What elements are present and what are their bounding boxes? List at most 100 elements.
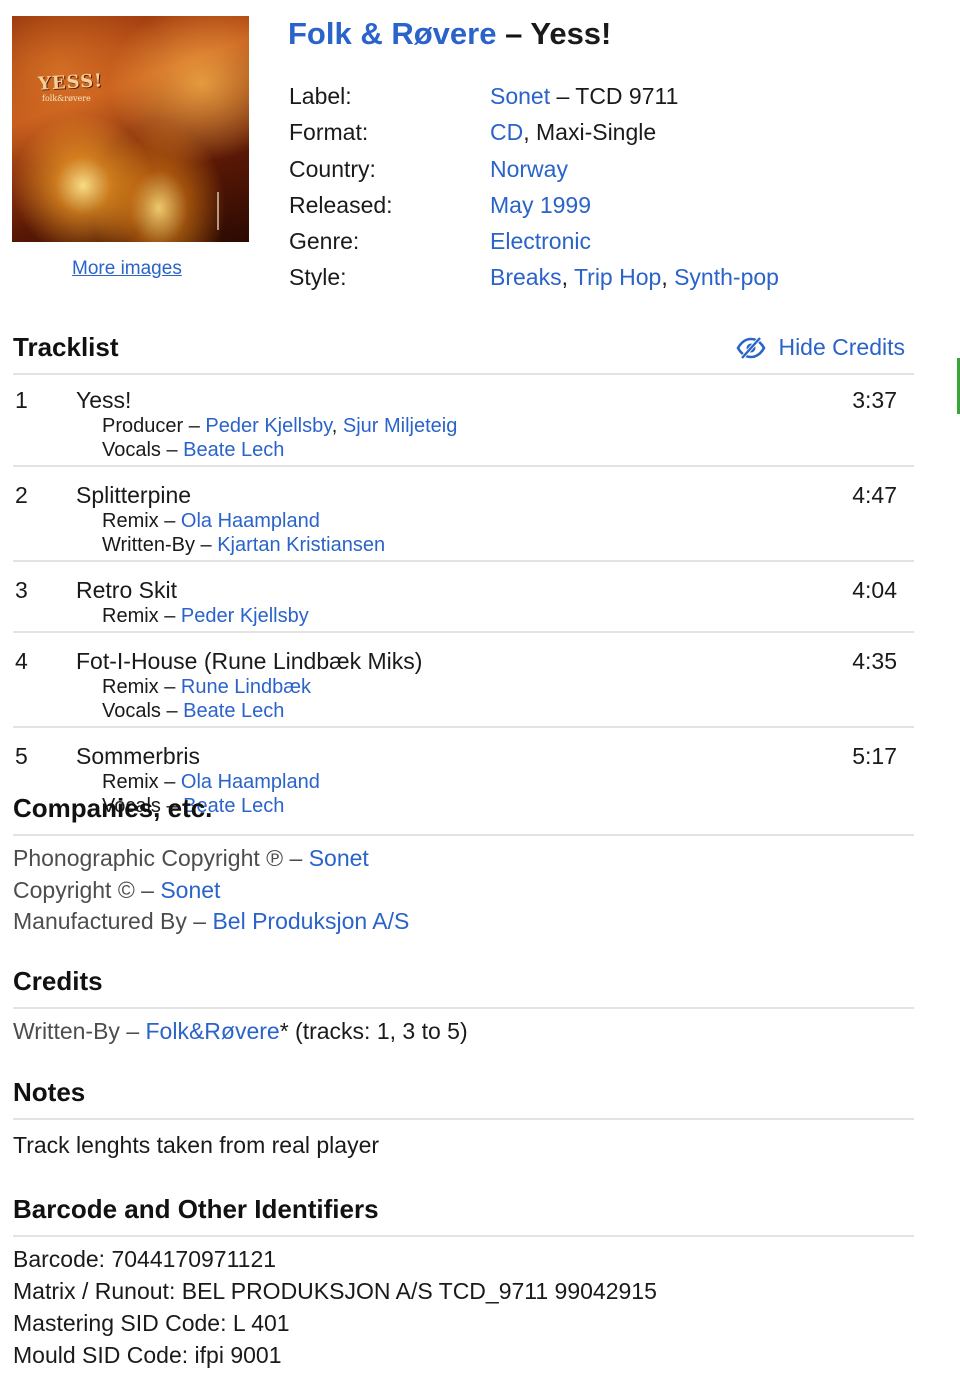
track-credit: Remix – Ola Haampland (102, 771, 320, 794)
track-credit: Vocals – Beate Lech (102, 700, 284, 723)
track-duration: 4:04 (852, 577, 897, 603)
label-logo-art (217, 192, 237, 230)
company-link[interactable]: Bel Produksjon A/S (212, 908, 409, 934)
credits-heading: Credits (13, 966, 103, 996)
album-cover-image[interactable]: YESS! folk&røvere (12, 16, 249, 242)
more-images-link[interactable]: More images (72, 258, 182, 280)
track-credit: Vocals – Beate Lech (102, 439, 284, 462)
info-value: Electronic (490, 223, 591, 259)
info-value-link[interactable]: Norway (490, 156, 568, 182)
track-credit: Written-By – Kjartan Kristiansen (102, 534, 385, 557)
info-value-text: , (561, 264, 574, 291)
identifiers-rule (13, 1235, 914, 1237)
info-row: Style: Breaks, Trip Hop, Synth-pop (289, 259, 929, 295)
info-label: Style: (289, 264, 347, 291)
credit-artist-link[interactable]: Sjur Miljeteig (343, 415, 457, 437)
info-value-link[interactable]: May 1999 (490, 192, 591, 218)
credit-role: Written-By – (102, 534, 218, 556)
company-link[interactable]: Sonet (309, 845, 369, 871)
credit-artist-link[interactable]: Beate Lech (183, 700, 284, 722)
track-title: Yess! (76, 387, 132, 413)
info-value-link[interactable]: Sonet (490, 83, 550, 109)
track-divider (13, 560, 914, 562)
track-position: 4 (15, 648, 28, 674)
identifier-item: Mastering SID Code: L 401 (13, 1310, 290, 1336)
track-row: 1 Yess! 3:37 Producer – Peder Kjellsby, Sju… (13, 387, 914, 486)
track-row: 2 Splitterpine 4:47 Remix – Ola Haampland Wr… (13, 482, 914, 581)
tracklist-rule (13, 373, 914, 375)
credit-artist-link[interactable]: Beate Lech (183, 439, 284, 461)
info-label: Released: (289, 191, 393, 218)
track-title: Splitterpine (76, 482, 192, 508)
info-value-text: , Maxi-Single (523, 119, 657, 146)
credit-artist-text: , (331, 415, 343, 437)
notes-heading: Notes (13, 1077, 86, 1107)
track-credit: Remix – Rune Lindbæk (102, 676, 311, 699)
credit-role: Remix – (102, 605, 181, 627)
info-value-text: – TCD 9711 (550, 83, 679, 109)
track-divider (13, 726, 914, 728)
track-duration: 3:37 (852, 387, 897, 413)
info-row: Country: Norway (289, 151, 929, 187)
info-value: Sonet – TCD 9711 (490, 78, 678, 114)
info-value: CD, Maxi-Single (490, 114, 656, 150)
info-value: Breaks, Trip Hop, Synth-pop (490, 259, 779, 295)
credit-artist-link[interactable]: Peder Kjellsby (205, 415, 331, 437)
credit-role: Remix – (102, 676, 181, 698)
info-row: Released: May 1999 (289, 187, 929, 223)
info-value-link[interactable]: Breaks (490, 264, 562, 290)
eye-slash-icon (736, 336, 766, 359)
track-position: 3 (15, 577, 28, 603)
info-value-link[interactable]: Trip Hop (574, 264, 661, 290)
credit-item: Written-By – Folk&Røvere* (tracks: 1, 3 … (13, 1018, 468, 1045)
credit-artist-link[interactable]: Peder Kjellsby (181, 605, 309, 627)
credit-role: Vocals – (102, 439, 184, 461)
identifier-item: Barcode: 7044170971121 (13, 1246, 277, 1272)
info-row: Genre: Electronic (289, 223, 929, 259)
track-credit: Remix – Peder Kjellsby (102, 605, 309, 628)
track-position: 2 (15, 482, 28, 508)
info-row: Label: Sonet – TCD 9711 (289, 78, 929, 114)
info-value-link[interactable]: Electronic (490, 228, 591, 254)
track-title: Sommerbris (76, 743, 200, 769)
credit-artist-link[interactable]: Ola Haampland (181, 771, 320, 793)
credit-artist-link[interactable]: Ola Haampland (181, 510, 320, 532)
release-info-table: Label: Sonet – TCD 9711 Format: CD, Maxi-Si… (289, 78, 929, 296)
track-row: 4 Fot-I-House (Rune Lindbæk Miks) 4:35 Remi… (13, 648, 914, 747)
info-value-link[interactable]: Synth-pop (674, 264, 779, 290)
credit-role: Remix – (102, 771, 181, 793)
info-label: Country: (289, 155, 376, 182)
notes-rule (13, 1118, 914, 1120)
release-title: Folk & Røvere – Yess! (288, 16, 611, 52)
title-separator: – (496, 16, 531, 51)
credit-tracks-note: * (tracks: 1, 3 to 5) (279, 1018, 468, 1044)
company-link[interactable]: Sonet (160, 877, 220, 903)
track-title: Fot-I-House (Rune Lindbæk Miks) (76, 648, 423, 674)
info-value-link[interactable]: CD (490, 119, 523, 145)
info-row: Format: CD, Maxi-Single (289, 114, 929, 150)
info-label: Genre: (289, 228, 360, 255)
credit-role: Vocals – (102, 700, 184, 722)
credit-artist-link[interactable]: Folk&Røvere (146, 1018, 280, 1044)
company-item: Phonographic Copyright ℗ – Sonet (13, 845, 369, 872)
track-duration: 5:17 (852, 743, 897, 769)
credit-artist-link[interactable]: Kjartan Kristiansen (217, 534, 385, 556)
credit-role: Written-By – (13, 1018, 146, 1044)
cover-title-art: YESS! (37, 70, 104, 95)
track-position: 1 (15, 387, 28, 413)
companies-heading: Companies, etc. (13, 793, 213, 823)
track-duration: 4:35 (852, 648, 897, 674)
credit-artist-link[interactable]: Rune Lindbæk (181, 676, 311, 698)
company-role: Phonographic Copyright ℗ – (13, 845, 309, 871)
credits-rule (13, 1007, 914, 1009)
identifiers-heading: Barcode and Other Identifiers (13, 1194, 379, 1224)
company-item: Manufactured By – Bel Produksjon A/S (13, 908, 409, 935)
info-value-text: , (661, 264, 675, 291)
artist-link[interactable]: Folk & Røvere (288, 16, 496, 51)
track-credit: Producer – Peder Kjellsby, Sjur Miljetei… (102, 415, 457, 438)
track-divider (13, 631, 914, 633)
track-divider (13, 465, 914, 467)
track-duration: 4:47 (852, 482, 897, 508)
hide-credits-button[interactable]: Hide Credits (736, 334, 905, 361)
company-role: Copyright © – (13, 876, 161, 903)
